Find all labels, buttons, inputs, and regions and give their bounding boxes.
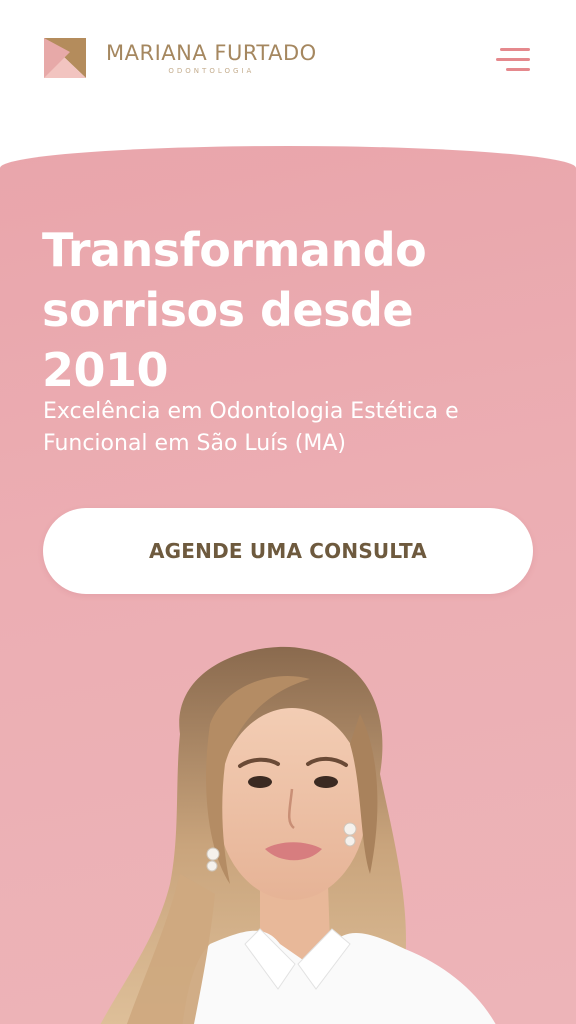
brand-subtitle: ODONTOLOGIA (168, 67, 255, 75)
hero-subtitle: Excelência em Odontologia Estética e Fun… (43, 399, 459, 456)
hamburger-menu-icon[interactable] (496, 44, 534, 76)
dentist-portrait (100, 646, 496, 1024)
menu-line (506, 68, 530, 71)
logo-mark-icon (44, 38, 86, 78)
site-header: MARIANA FURTADO ODONTOLOGIA (0, 0, 576, 140)
schedule-appointment-button[interactable]: AGENDE UMA CONSULTA (43, 508, 533, 594)
menu-line (500, 48, 530, 51)
hero-section: Transformando sorrisos desde 2010 Excelê… (0, 146, 576, 1024)
brand-text: MARIANA FURTADO ODONTOLOGIA (106, 41, 317, 75)
hero-title: Transformando sorrisos desde 2010 (42, 223, 427, 397)
menu-line (496, 58, 530, 61)
brand-logo[interactable]: MARIANA FURTADO ODONTOLOGIA (44, 38, 317, 78)
page: MARIANA FURTADO ODONTOLOGIA Transformand… (0, 0, 576, 1024)
brand-name: MARIANA FURTADO (106, 41, 317, 65)
